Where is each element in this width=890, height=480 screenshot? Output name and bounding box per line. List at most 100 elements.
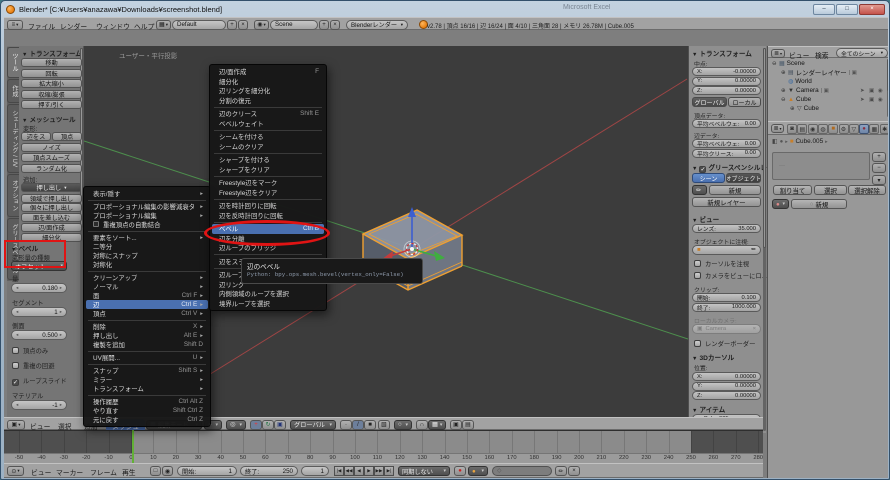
outliner-row-Scene[interactable]: ⊖▦Scene xyxy=(768,59,886,68)
maximize-button[interactable]: □ xyxy=(836,4,858,15)
snap-element-selector[interactable]: ▦▾ xyxy=(428,420,446,430)
lock-cursor-checkbox[interactable]: カーソルを注視 xyxy=(694,259,749,268)
properties-tab-world[interactable]: ◍ xyxy=(818,124,828,134)
occlude-toggle-icon[interactable]: ▧ xyxy=(378,420,390,430)
checkbox-icon[interactable] xyxy=(12,362,19,369)
add-layout-button[interactable]: + xyxy=(227,20,237,30)
new-layer-button[interactable]: 新規レイヤー xyxy=(692,197,761,207)
properties-tab-material[interactable]: ● xyxy=(859,124,869,134)
edge-menu-item-辺のクリース[interactable]: 辺のクリースShift E xyxy=(210,109,326,119)
minimize-button[interactable]: – xyxy=(813,4,835,15)
mesh-menu-item-面[interactable]: 面Ctrl F▸ xyxy=(84,291,210,300)
mesh-menu-item-削除[interactable]: 削除X▸ xyxy=(84,322,210,331)
mesh-menu-item-押し出し[interactable]: 押し出しAlt E▸ xyxy=(84,331,210,340)
edge-menu-item-Freestyle辺をマーク[interactable]: Freestyle辺をマーク xyxy=(210,178,326,188)
screen-layout-selector[interactable]: Default xyxy=(172,20,226,30)
mesh-menu-item-重複頂点の自動結合[interactable]: 重複頂点の自動結合 xyxy=(84,220,210,229)
mesh-menu-item-頂点[interactable]: 頂点Ctrl V▸ xyxy=(84,309,210,318)
active-keying-set-field[interactable]: ◇ xyxy=(492,466,552,476)
toolshelf-tab-3[interactable]: オプション xyxy=(7,174,19,217)
mesh-menu-item-スナップ[interactable]: スナップShift S▸ xyxy=(84,366,210,375)
mesh-menu-item-ミラー[interactable]: ミラー▸ xyxy=(84,375,210,384)
add-slot-button[interactable]: + xyxy=(872,152,886,162)
npanel-scrollbar[interactable] xyxy=(763,48,766,431)
expand-toggle-icon[interactable]: ⊕ xyxy=(781,88,788,94)
select-edge-icon[interactable]: / xyxy=(352,420,364,430)
outliner-scrollbar[interactable] xyxy=(887,59,888,117)
restrict-select-icon[interactable]: ➤ xyxy=(860,88,865,94)
edge-menu-item-辺を反時計回りに回転[interactable]: 辺を反時計回りに回転 xyxy=(210,211,326,221)
jump-to-start-button[interactable]: |◀ xyxy=(334,466,344,476)
record-button[interactable]: ● xyxy=(454,466,466,476)
mesh-menu-item-表示/隠す[interactable]: 表示/隠す▸ xyxy=(84,189,210,198)
edge-menu-item-境界ループを選択[interactable]: 境界ループを選択 xyxy=(210,299,326,309)
expand-toggle-icon[interactable]: ⊕ xyxy=(781,70,788,76)
select-button[interactable]: 選択 xyxy=(814,185,847,195)
cursor-location-slider-X:[interactable]: X:0.00000 xyxy=(692,372,761,381)
expand-toggle-icon[interactable]: ⊕ xyxy=(790,106,797,112)
edge-menu-item-ベベルウェイト[interactable]: ベベルウェイト xyxy=(210,119,326,129)
orientation-selector[interactable]: グローバル▾ xyxy=(290,420,336,430)
tool-button-ランダム化[interactable]: ランダム化 xyxy=(21,164,82,173)
close-button[interactable]: × xyxy=(859,4,885,15)
cursor-location-slider-Y:[interactable]: Y:0.00000 xyxy=(692,382,761,391)
tool-button-辺/面作成[interactable]: 辺/面作成 xyxy=(21,223,82,232)
restrict-view-icon[interactable]: ▣ xyxy=(869,88,874,94)
lock-camera-checkbox[interactable]: カメラをビューにロ... xyxy=(694,271,767,280)
item-panel-header[interactable]: ▼アイテム xyxy=(692,404,725,414)
mesh-menu-item-対称化[interactable]: 対称化 xyxy=(84,260,210,269)
tool-button-領域で押し出し[interactable]: 領域で押し出し xyxy=(21,194,82,203)
tool-button-頂点スムーズ[interactable]: 頂点スムーズ xyxy=(21,153,82,162)
edge-menu-item-辺リングを細分化[interactable]: 辺リングを細分化 xyxy=(210,86,326,96)
frame-start-field[interactable]: 開始:1 xyxy=(177,466,237,476)
checkbox-icon[interactable] xyxy=(12,347,19,354)
jump-to-end-button[interactable]: ▶| xyxy=(384,466,394,476)
outliner-editor-icon[interactable]: ≣▾ xyxy=(771,49,785,58)
mesh-menu-item-辺[interactable]: 辺Ctrl E▸ xyxy=(86,300,208,309)
gpencil-panel-header[interactable]: ▼✓グリースペンシルレイ xyxy=(692,162,774,173)
edge-menu-item-ベベル[interactable]: ベベルCtrl B xyxy=(212,224,324,234)
sync-mode-selector[interactable]: 同期しない▾ xyxy=(398,466,450,476)
prev-keyframe-button[interactable]: ◀◀ xyxy=(344,466,354,476)
mesh-menu-item-やり直す[interactable]: やり直すShift Ctrl Z xyxy=(84,406,210,415)
view-panel-header[interactable]: ▼ビュー xyxy=(692,214,719,224)
mesh-menu-item-元に戻す[interactable]: 元に戻すCtrl Z xyxy=(84,415,210,424)
timeline-editor-icon[interactable]: ⊙▾ xyxy=(7,466,24,476)
expand-toggle-icon[interactable]: ⊖ xyxy=(781,97,788,103)
lock-object-field[interactable]: ■✏ xyxy=(692,245,761,255)
vertex-bevel-weight-slider[interactable]: 平均ベベルウェ:0.00 xyxy=(692,119,761,128)
gpencil-scene-toggle[interactable]: シーン xyxy=(692,173,725,183)
local-camera-field[interactable]: ▣Camera× xyxy=(692,324,761,334)
remove-slot-button[interactable]: − xyxy=(872,163,886,173)
meshtools-panel-header[interactable]: ▼メッシュツール xyxy=(22,114,76,124)
mesh-menu-item-対称にスナップ[interactable]: 対称にスナップ xyxy=(84,251,210,260)
play-reverse-button[interactable]: ◀ xyxy=(354,466,364,476)
outliner-row-Cube[interactable]: ⊖▲Cube➤▣◉ xyxy=(768,95,886,104)
bevel-checkbox-1[interactable]: 重複の回避 xyxy=(12,361,54,370)
clip-end-slider[interactable]: 終了:1000.000 xyxy=(692,303,761,312)
remove-layout-button[interactable]: × xyxy=(238,20,248,30)
cursor3d-panel-header[interactable]: ▼3Dカーソル xyxy=(692,352,734,362)
new-material-button[interactable]: ○新規 xyxy=(791,199,847,209)
properties-tab-object-data[interactable]: ▽ xyxy=(849,124,859,134)
outliner-row-Camera[interactable]: ⊕▼Camera | ▣➤▣◉ xyxy=(768,86,886,95)
pin-icon[interactable]: ◧ xyxy=(772,138,778,145)
mesh-menu-item-操作履歴[interactable]: 操作履歴Ctrl Alt Z xyxy=(84,397,210,406)
restrict-render-icon[interactable]: ◉ xyxy=(878,88,883,94)
play-button[interactable]: ▶ xyxy=(364,466,374,476)
mesh-menu-item-トランスフォーム[interactable]: トランスフォーム▸ xyxy=(84,384,210,393)
material-slot-list[interactable]: — xyxy=(772,152,870,180)
render-anim-icon[interactable]: ▤ xyxy=(462,420,474,430)
manipulator-scale-icon[interactable]: ▣ xyxy=(274,420,286,430)
global-toggle[interactable]: グローバル xyxy=(692,97,727,107)
tool-button-細分化[interactable]: 細分化 xyxy=(21,233,82,242)
npanel-transform-header[interactable]: ▼トランスフォーム xyxy=(692,48,752,58)
render-border-checkbox[interactable]: レンダーボーダー xyxy=(694,339,755,348)
edge-menu-item-シャープを付ける[interactable]: シャープを付ける xyxy=(210,155,326,165)
title-bar[interactable]: Blender* [C:¥Users¥anazawa¥Downloads¥scr… xyxy=(1,1,889,17)
preview-range-icon[interactable]: ◉ xyxy=(162,466,173,476)
delete-keyframe-icon[interactable]: × xyxy=(568,466,580,476)
expand-toggle-icon[interactable]: ⊖ xyxy=(772,61,779,67)
next-keyframe-button[interactable]: ▶▶ xyxy=(374,466,384,476)
median-slider-Z:[interactable]: Z:0.00000 xyxy=(692,86,761,95)
